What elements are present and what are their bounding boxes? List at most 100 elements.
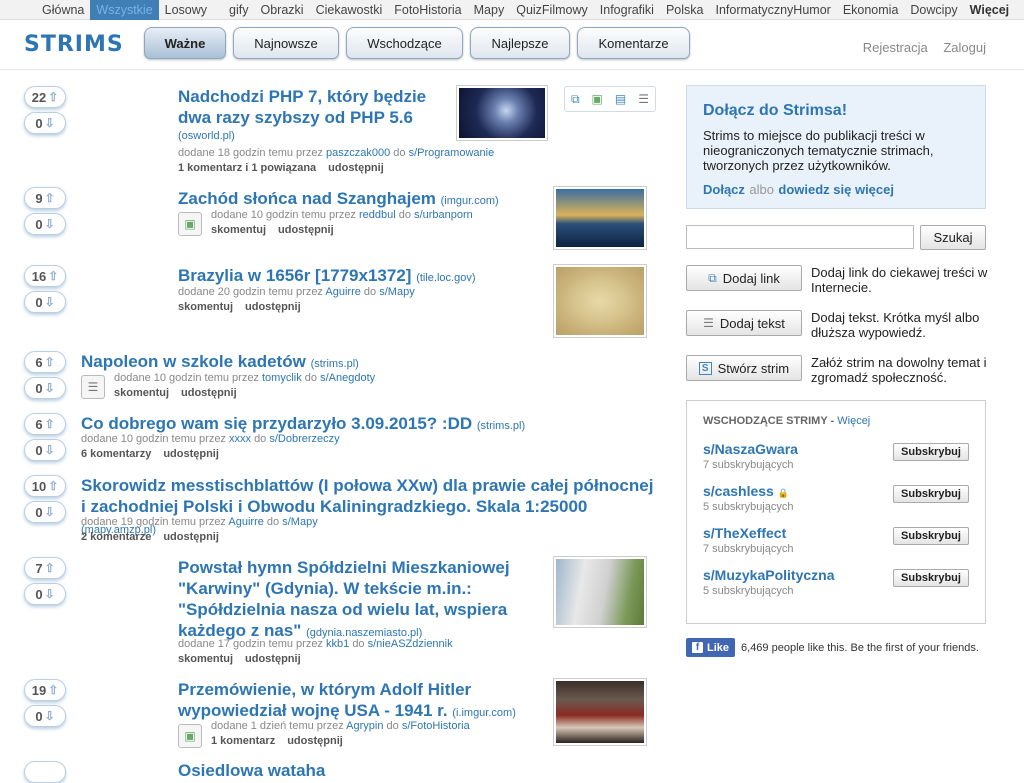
tab-komentarze[interactable]: Komentarze (577, 27, 690, 59)
text-view-icon[interactable]: ☰ (638, 92, 649, 106)
comments-link[interactable]: skomentuj (178, 301, 233, 313)
image-type-icon[interactable]: ▣ (178, 212, 202, 236)
share-link[interactable]: udostępnij (245, 653, 301, 665)
register-link[interactable]: Rejestracja (863, 40, 928, 55)
post-thumbnail[interactable] (553, 264, 647, 338)
add-link-button[interactable]: ⧉ Dodaj link (686, 265, 802, 291)
downvote-button[interactable]: 0 ⇩ (24, 377, 66, 399)
strim-link[interactable]: s/Dobrerzeczy (269, 433, 339, 445)
upvote-button[interactable] (24, 761, 66, 783)
strim-link[interactable]: s/Anegdoty (320, 372, 375, 384)
topnav-item[interactable]: Obrazki (254, 0, 309, 20)
topnav-item[interactable]: Główna (36, 0, 90, 20)
strim-link[interactable]: s/Mapy (379, 286, 414, 298)
comments-link[interactable]: 6 komentarzy (81, 448, 151, 460)
add-text-button[interactable]: ☰ Dodaj tekst (686, 310, 802, 336)
upvote-button[interactable]: 19 ⇧ (24, 679, 66, 701)
create-strim-button[interactable]: S Stwórz strim (686, 355, 802, 381)
subscribe-button[interactable]: Subskrybuj (893, 527, 969, 545)
topnav-item[interactable]: Więcej (964, 0, 1016, 20)
post-domain[interactable]: (osworld.pl) (178, 130, 235, 142)
learn-more-link[interactable]: dowiedz się więcej (778, 182, 894, 197)
image-type-icon[interactable]: ▣ (178, 724, 202, 748)
topnav-item[interactable]: Dowcipy (904, 0, 963, 20)
upvote-button[interactable]: 10 ⇧ (24, 475, 66, 497)
share-link[interactable]: udostępnij (278, 224, 334, 236)
facebook-like-button[interactable]: f Like (686, 638, 736, 657)
topnav-item[interactable]: FotoHistoria (388, 0, 467, 20)
post-title[interactable]: Nadchodzi PHP 7, który będzie dwa razy s… (178, 86, 448, 128)
topnav-item[interactable]: Infografiki (594, 0, 660, 20)
downvote-button[interactable]: 0 ⇩ (24, 291, 66, 313)
comments-link[interactable]: 1 komentarz (211, 735, 275, 747)
subscribe-button[interactable]: Subskrybuj (893, 569, 969, 587)
tab-wazne[interactable]: Ważne (144, 27, 226, 59)
upvote-button[interactable]: 6 ⇧ (24, 413, 66, 435)
join-link[interactable]: Dołącz (703, 182, 745, 197)
author-link[interactable]: Aguirre (325, 286, 360, 298)
topnav-item[interactable]: InformatycznyHumor (710, 0, 837, 20)
upvote-button[interactable]: 22 ⇧ (24, 86, 66, 108)
video-view-icon[interactable]: ▤ (615, 92, 626, 106)
strim-link[interactable]: s/urbanporn (414, 209, 473, 221)
author-link[interactable]: Aguirre (228, 516, 263, 528)
text-type-icon[interactable]: ☰ (81, 375, 105, 399)
share-link[interactable]: udostępnij (328, 162, 384, 174)
external-link-icon[interactable]: ⧉ (571, 92, 580, 107)
post-thumbnail[interactable] (553, 556, 647, 628)
share-link[interactable]: udostępnij (181, 387, 237, 399)
author-link[interactable]: paszczak000 (326, 147, 390, 159)
comments-link[interactable]: skomentuj (178, 653, 233, 665)
topnav-item[interactable]: QuizFilmowy (510, 0, 594, 20)
downvote-button[interactable]: 0 ⇩ (24, 583, 66, 605)
share-link[interactable]: udostępnij (287, 735, 343, 747)
tab-najnowsze[interactable]: Najnowsze (233, 27, 339, 59)
downvote-button[interactable]: 0 ⇩ (24, 705, 66, 727)
downvote-button[interactable]: 0 ⇩ (24, 501, 66, 523)
downvote-button[interactable]: 0 ⇩ (24, 213, 66, 235)
comments-link[interactable]: skomentuj (114, 387, 169, 399)
comments-link[interactable]: skomentuj (211, 224, 266, 236)
topnav-item[interactable]: Wszystkie (90, 0, 159, 20)
post-thumbnail[interactable] (553, 186, 647, 250)
search-input[interactable] (686, 225, 914, 249)
subscribe-button[interactable]: Subskrybuj (893, 443, 969, 461)
share-link[interactable]: udostępnij (245, 301, 301, 313)
strim-link[interactable]: s/Programowanie (409, 147, 495, 159)
upvote-button[interactable]: 7 ⇧ (24, 557, 66, 579)
strims-logo[interactable]: STRIMS (24, 32, 124, 57)
strim-link[interactable]: s/FotoHistoria (402, 720, 470, 732)
topnav-item[interactable]: Losowy (159, 0, 213, 20)
author-link[interactable]: Agrypin (346, 720, 383, 732)
upvote-button[interactable]: 6 ⇧ (24, 351, 66, 373)
login-link[interactable]: Zaloguj (943, 40, 986, 55)
downvote-button[interactable]: 0 ⇩ (24, 439, 66, 461)
topnav-item[interactable]: Mapy (468, 0, 511, 20)
tab-wschodzace[interactable]: Wschodzące (346, 27, 463, 59)
author-link[interactable]: tomyclik (262, 372, 302, 384)
subscribe-button[interactable]: Subskrybuj (893, 485, 969, 503)
rising-more-link[interactable]: Więcej (837, 415, 870, 427)
upvote-button[interactable]: 16 ⇧ (24, 265, 66, 287)
strim-link[interactable]: s/Mapy (282, 516, 317, 528)
post-title[interactable]: Osiedlowa wataha (178, 760, 544, 781)
tab-najlepsze[interactable]: Najlepsze (470, 27, 570, 59)
author-link[interactable]: xxxx (229, 433, 251, 445)
author-link[interactable]: kkb1 (326, 638, 349, 650)
topnav-item[interactable]: Ciekawostki (310, 0, 389, 20)
strim-link[interactable]: s/nieASZdziennik (368, 638, 453, 650)
post-thumbnail[interactable] (553, 678, 647, 746)
share-link[interactable]: udostępnij (163, 448, 219, 460)
comments-link[interactable]: 1 komentarz i 1 powiązana (178, 162, 316, 174)
comments-link[interactable]: 2 komentarze (81, 531, 151, 543)
upvote-button[interactable]: 9 ⇧ (24, 187, 66, 209)
image-view-icon[interactable]: ▣ (592, 92, 603, 106)
author-link[interactable]: reddbul (359, 209, 396, 221)
topnav-item[interactable]: Polska (660, 0, 710, 20)
share-link[interactable]: udostępnij (163, 531, 219, 543)
downvote-button[interactable]: 0 ⇩ (24, 112, 66, 134)
post-thumbnail[interactable] (456, 85, 548, 141)
topnav-item[interactable]: Ekonomia (837, 0, 905, 20)
search-button[interactable]: Szukaj (920, 225, 986, 250)
topnav-item[interactable]: gify (223, 0, 254, 20)
